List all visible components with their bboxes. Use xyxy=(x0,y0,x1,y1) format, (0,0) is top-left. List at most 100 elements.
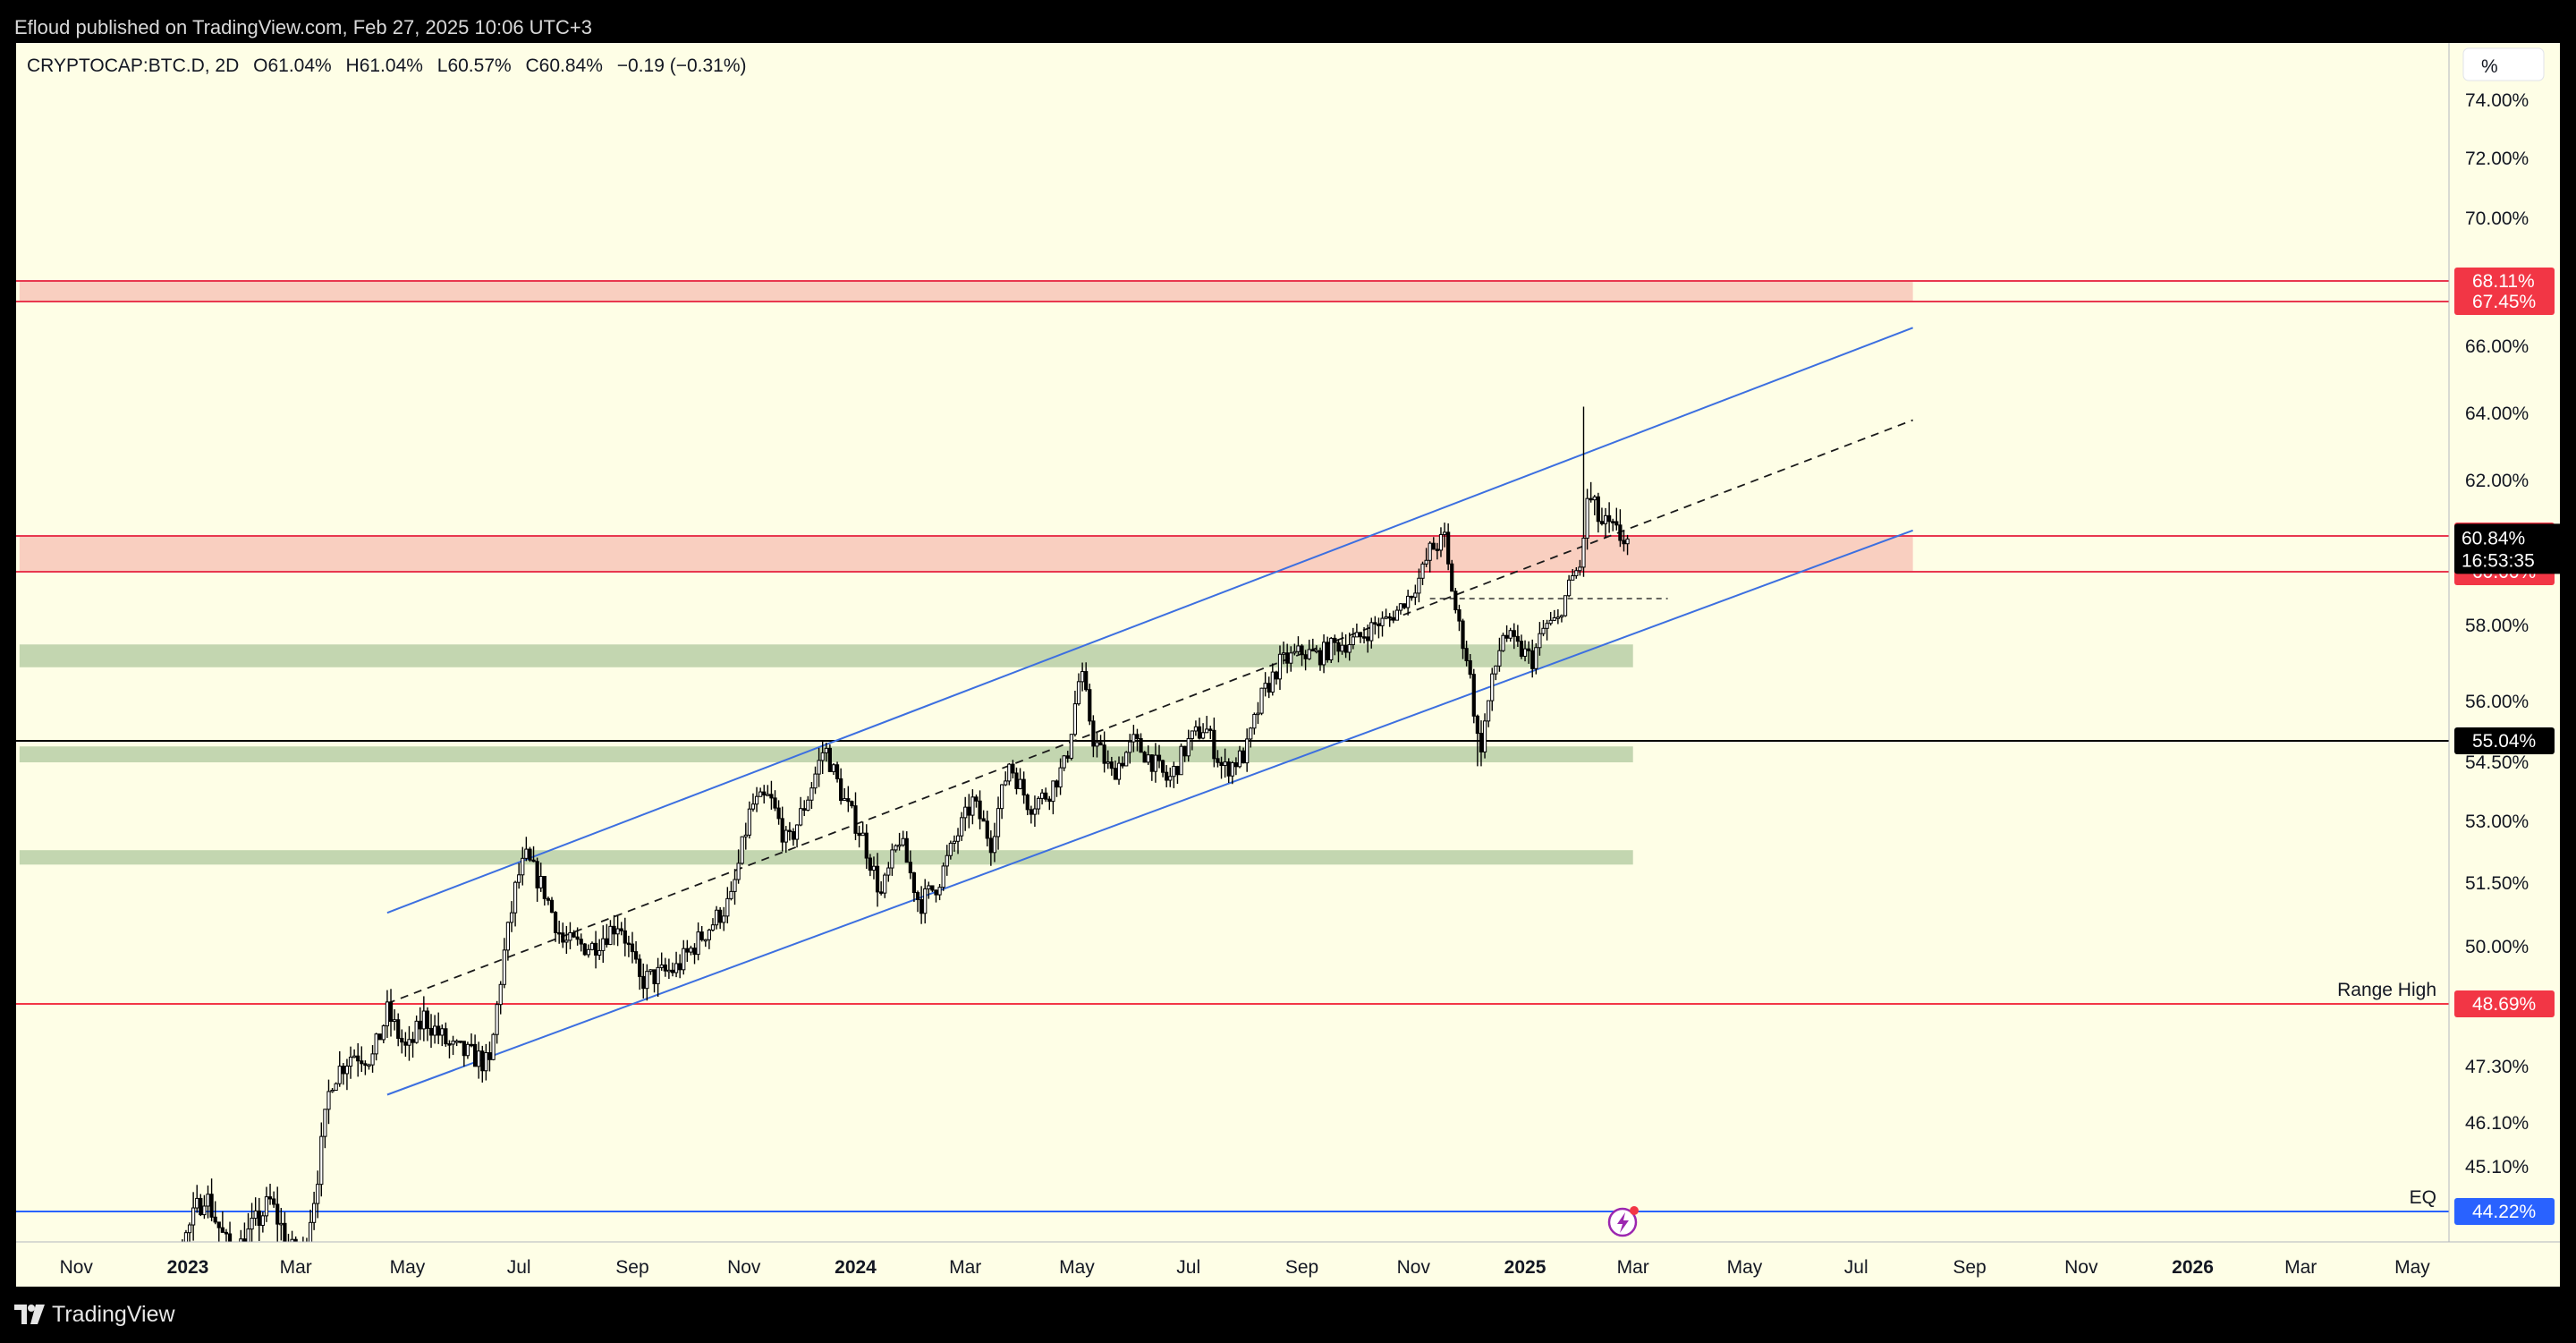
price-axis-tick-label: 46.10% xyxy=(2465,1113,2529,1134)
price-axis-tick-label: 47.30% xyxy=(2465,1057,2529,1077)
candle-body xyxy=(670,969,675,973)
candle-body xyxy=(1530,650,1535,669)
candle-body xyxy=(1471,674,1476,717)
percent-scale-button[interactable] xyxy=(2462,47,2545,81)
candle-body xyxy=(564,939,569,943)
candle-body xyxy=(1165,771,1169,781)
candle-body xyxy=(1603,514,1608,524)
price-axis[interactable] xyxy=(2449,43,2560,1287)
candle-body xyxy=(689,948,693,953)
time-axis-tick-label: May xyxy=(2394,1257,2430,1278)
candle-body xyxy=(1384,616,1388,619)
candle-body xyxy=(283,1222,287,1245)
candle-body xyxy=(1424,559,1428,565)
candle-body xyxy=(1131,734,1136,743)
level-annotation[interactable]: EQ xyxy=(2410,1187,2436,1208)
candle-body xyxy=(1139,737,1143,753)
candle-body xyxy=(945,854,949,867)
candle-body xyxy=(1252,714,1257,729)
candle-body xyxy=(407,1039,411,1046)
candle-body xyxy=(1406,595,1411,608)
candle-body xyxy=(1468,659,1472,676)
candle-body xyxy=(213,1216,217,1223)
price-level-badge-text: 55.04% xyxy=(2472,731,2536,752)
candle-body xyxy=(1014,772,1019,789)
candle-body xyxy=(1106,761,1110,764)
candle-body xyxy=(469,1043,474,1047)
candle-body xyxy=(743,834,748,837)
chart-area[interactable]: % 74.00% 72.00% 70.00% 66.00% 64.00% 62.00% 58.… xyxy=(16,43,2560,1287)
time-axis-tick-label: 2024 xyxy=(835,1257,877,1278)
candle-body xyxy=(260,1215,265,1226)
candle-body xyxy=(809,787,814,801)
candle-body xyxy=(894,845,898,851)
candle-body xyxy=(356,1055,360,1062)
candle-body xyxy=(279,1222,284,1226)
candle-body xyxy=(886,867,891,876)
publish-note: Efloud published on TradingView.com, Feb… xyxy=(14,16,592,38)
candle-body xyxy=(762,791,767,796)
candle-body xyxy=(272,1198,276,1205)
candle-body xyxy=(1545,623,1549,629)
candle-body xyxy=(586,948,590,956)
channel-lower-line[interactable] xyxy=(386,529,1913,1096)
candle-body xyxy=(948,842,953,856)
candle-body xyxy=(1226,761,1231,777)
candle-body xyxy=(344,1066,350,1075)
chart-canvas[interactable]: % 74.00% 72.00% 70.00% 66.00% 64.00% 62.00% 58.… xyxy=(16,43,2560,1287)
candle-body xyxy=(531,859,536,863)
lightning-icon[interactable] xyxy=(1607,1206,1639,1237)
candle-body xyxy=(1259,687,1264,714)
candle-body xyxy=(502,949,506,985)
symbol-legend: CRYPTOCAP:BTC.D, 2D O61.04% H61.04% L60.… xyxy=(27,55,756,77)
time-axis-tick-label: Sep xyxy=(615,1257,648,1278)
candle-body xyxy=(1029,809,1033,815)
candle-body xyxy=(773,797,777,809)
notification-dot xyxy=(1630,1206,1639,1215)
candle-body xyxy=(1475,715,1479,735)
candle-body xyxy=(1157,754,1162,761)
price-axis-tick-label: 72.00% xyxy=(2465,149,2529,169)
percent-scale-label: % xyxy=(2481,56,2498,77)
candle-body xyxy=(1172,766,1176,778)
candle-body xyxy=(784,829,788,843)
candle-body xyxy=(1179,745,1183,776)
support-zone[interactable] xyxy=(19,850,1633,865)
candle-body xyxy=(1025,795,1030,811)
candle-body xyxy=(1004,780,1008,786)
candle-body xyxy=(963,806,968,819)
candle-body xyxy=(974,796,979,802)
candle-body xyxy=(1552,616,1556,621)
candle-body xyxy=(1508,630,1513,639)
candle-body xyxy=(718,909,723,923)
candle-body xyxy=(1007,763,1012,782)
candle-body xyxy=(1186,737,1191,757)
candle-body xyxy=(824,747,828,753)
support-zone[interactable] xyxy=(19,644,1633,667)
candle-body xyxy=(524,848,529,859)
candle-body xyxy=(645,971,649,990)
candle-body xyxy=(1494,665,1498,675)
candle-body xyxy=(1263,683,1267,689)
candle-body xyxy=(1361,636,1367,639)
candle-body xyxy=(1394,609,1399,621)
candle-body xyxy=(1032,808,1038,815)
candle-body xyxy=(433,1025,437,1036)
tradingview-brand[interactable]: TradingView xyxy=(14,1299,175,1330)
candle-body xyxy=(393,1019,397,1023)
channel-upper-line[interactable] xyxy=(386,327,1913,914)
candle-body xyxy=(802,808,807,812)
candle-body xyxy=(199,1197,203,1216)
candle-body xyxy=(692,948,697,956)
candle-body xyxy=(1303,654,1308,659)
candle-body xyxy=(1135,734,1140,739)
candle-body xyxy=(1168,776,1173,781)
level-annotation[interactable]: Range High xyxy=(2337,980,2436,1000)
legend-close: C60.84% xyxy=(525,55,603,76)
candle-body xyxy=(1618,524,1623,541)
candle-body xyxy=(1069,734,1073,759)
legend-symbol[interactable]: CRYPTOCAP:BTC.D, 2D xyxy=(27,55,239,76)
resistance-zone[interactable] xyxy=(19,281,1913,302)
candle-body xyxy=(985,820,989,839)
channel-mid-line[interactable] xyxy=(386,419,1913,1005)
